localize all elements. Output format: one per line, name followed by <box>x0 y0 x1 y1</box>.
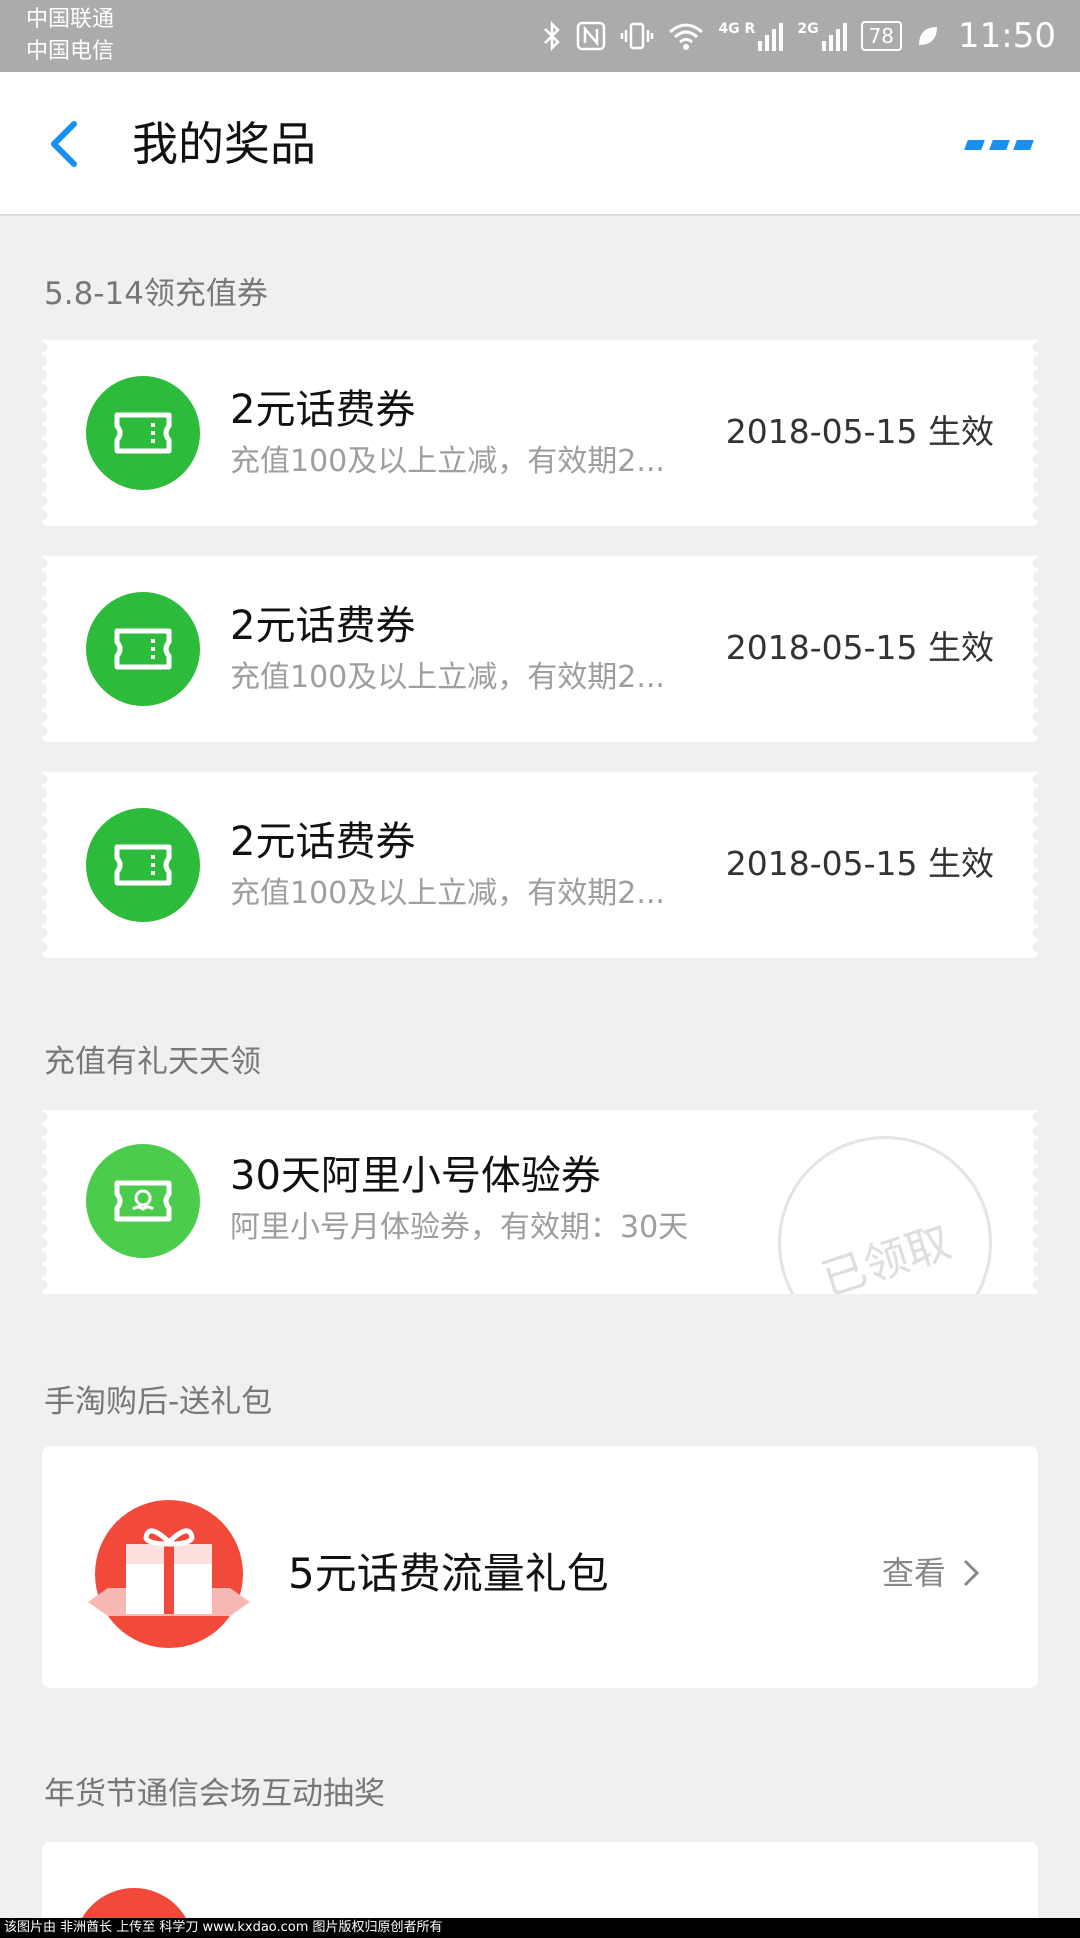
coupon-title: 2元话费券 <box>230 603 416 649</box>
ticket-icon <box>86 592 200 706</box>
coupon-date: 2018-05-15 生效 <box>725 412 994 451</box>
claimed-stamp: 已领取 <box>778 1136 992 1294</box>
coupon-card[interactable]: 2元话费券 充值100及以上立减，有效期2... 2018-05-15 生效 <box>42 340 1038 526</box>
ticket-icon <box>86 808 200 922</box>
coupon-card[interactable]: 2元话费券 充值100及以上立减，有效期2... 2018-05-15 生效 <box>42 556 1038 742</box>
battery-icon: 78 <box>860 21 903 51</box>
vibrate-icon <box>621 22 654 50</box>
clock: 11:50 <box>958 16 1056 56</box>
status-icons: 4G R 2G 78 11:50 <box>542 14 1056 58</box>
coupon-title: 30天阿里小号体验券 <box>230 1153 601 1199</box>
bluetooth-icon <box>544 20 561 52</box>
nav-bar: 我的奖品 <box>0 72 1080 216</box>
sim2-type: 2G <box>797 21 819 37</box>
ticket-icon <box>86 376 200 490</box>
view-link[interactable]: 查看 <box>882 1552 980 1594</box>
claimed-stamp-text: 已领取 <box>815 1216 958 1294</box>
carrier-1: 中国联通 <box>26 7 115 32</box>
coupon-desc: 充值100及以上立减，有效期2... <box>230 876 665 911</box>
coupon-card[interactable]: 2元话费券 充值100及以上立减，有效期2... 2018-05-15 生效 <box>42 772 1038 958</box>
coupon-card-claimed[interactable]: 30天阿里小号体验券 阿里小号月体验券，有效期：30天 已领取 <box>42 1110 1038 1294</box>
wifi-icon <box>669 23 704 50</box>
view-link-label: 查看 <box>881 1554 946 1592</box>
signal-icon: 4G R <box>718 21 784 51</box>
leaf-icon <box>919 27 938 45</box>
coupon-title: 2元话费券 <box>230 387 416 433</box>
section-title: 手淘购后-送礼包 <box>44 1384 273 1420</box>
coupon-desc: 阿里小号月体验券，有效期：30天 <box>230 1210 689 1245</box>
carrier-2: 中国电信 <box>26 39 115 64</box>
more-dots-icon[interactable] <box>964 134 1034 156</box>
signal-icon-2: 2G <box>797 21 847 51</box>
section-title: 5.8-14领充值券 <box>44 276 268 312</box>
chevron-left-icon[interactable] <box>40 116 96 172</box>
coupon-date: 2018-05-15 生效 <box>725 844 994 883</box>
chevron-right-icon <box>963 1559 980 1587</box>
sim1-type: 4G R <box>718 21 756 37</box>
carrier-info: 中国联通 中国电信 <box>26 4 114 68</box>
ticket-face-icon <box>86 1144 200 1258</box>
page-title: 我的奖品 <box>132 117 316 171</box>
coupon-date: 2018-05-15 生效 <box>725 628 994 667</box>
footer-watermark: 该图片由 非洲酋长 上传至 科学刀 www.kxdao.com 图片版权归原创者… <box>0 1918 1080 1938</box>
status-bar: 中国联通 中国电信 4G R 2G 78 11:50 <box>0 0 1080 72</box>
coupon-desc: 充值100及以上立减，有效期2... <box>230 660 665 695</box>
nfc-icon <box>577 21 606 51</box>
coupon-desc: 充值100及以上立减，有效期2... <box>230 444 665 479</box>
gift-title: 5元话费流量礼包 <box>288 1549 609 1598</box>
gift-card[interactable]: 5元话费流量礼包 查看 <box>42 1446 1038 1688</box>
coupon-title: 2元话费券 <box>230 819 416 865</box>
gift-icon <box>88 1500 250 1648</box>
section-title: 年货节通信会场互动抽奖 <box>44 1776 385 1812</box>
section-title: 充值有礼天天领 <box>44 1044 261 1080</box>
